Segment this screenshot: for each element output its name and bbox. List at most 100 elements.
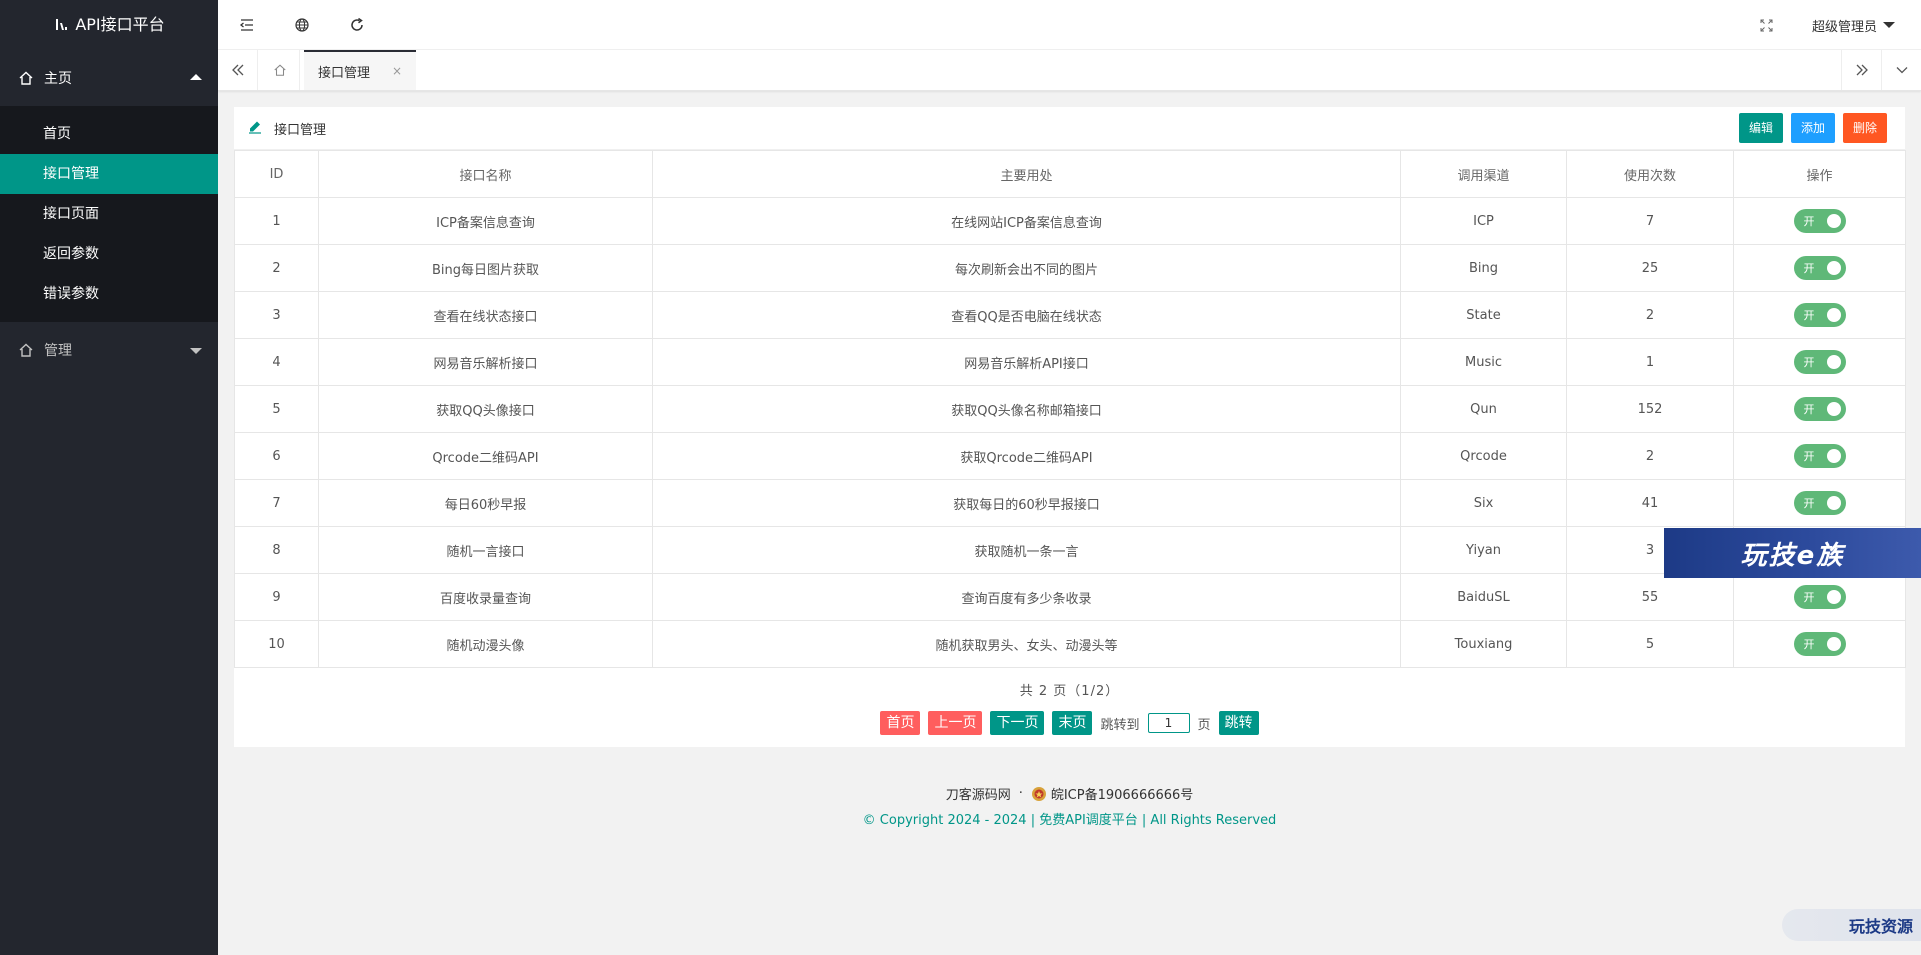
double-chevron-left-icon [231,64,243,76]
prev-page-button[interactable]: 上一页 [928,711,983,735]
table-row: 6 Qrcode二维码API 获取Qrcode二维码API Qrcode 2 开 [234,432,1906,480]
toggle-knob [1826,402,1841,416]
pen-icon [248,120,264,136]
table-row: 9 百度收录量查询 查询百度有多少条收录 BaiduSL 55 开 [234,573,1906,621]
table-row: 3 查看在线状态接口 查看QQ是否电脑在线状态 State 2 开 [234,291,1906,339]
globe-icon [294,18,309,32]
cell-channel: Bing [1400,244,1567,292]
cell-usage: 获取Qrcode二维码API [652,432,1401,480]
nav-group-home[interactable]: 主页 [0,50,218,106]
fullscreen-button[interactable] [1742,0,1792,50]
indent-icon [239,19,253,31]
cell-count: 5 [1566,620,1734,668]
sidebar-item-home[interactable]: 首页 [0,114,218,154]
logo-icon [53,17,69,33]
footer-copyright: © Copyright 2024 - 2024 | 免费API调度平台 | Al… [862,813,1277,828]
add-button[interactable]: 添加 [1790,113,1835,143]
refresh-icon [350,17,363,31]
cell-usage: 随机获取男头、女头、动漫头等 [652,620,1401,668]
status-toggle[interactable]: 开 [1793,209,1846,233]
tab-label: 接口管理 [318,65,371,81]
cell-channel: Yiyan [1400,526,1567,574]
status-toggle[interactable]: 开 [1793,632,1846,656]
cell-action: 开 [1733,244,1906,292]
tabs-scroll-right-button[interactable] [1841,50,1881,90]
cell-usage: 网易音乐解析API接口 [652,338,1401,386]
admin-dropdown[interactable]: 超级管理员 [1792,16,1921,35]
cell-usage: 在线网站ICP备案信息查询 [652,197,1401,245]
cell-channel: Music [1400,338,1567,386]
edit-button[interactable]: 编辑 [1738,113,1783,143]
cell-id: 4 [234,338,319,386]
status-toggle[interactable]: 开 [1793,256,1846,280]
toggle-knob [1826,214,1841,228]
cell-count: 7 [1566,197,1734,245]
app-logo[interactable]: API接口平台 [0,0,218,50]
toggle-knob [1826,637,1841,651]
cell-count: 41 [1566,479,1734,527]
sidebar-item-api-manage[interactable]: 接口管理 [0,154,218,194]
last-page-button[interactable]: 末页 [1052,711,1093,735]
nav-group-manage[interactable]: 管理 [0,322,218,378]
toggle-knob [1826,261,1841,275]
cell-name: ICP备案信息查询 [318,197,653,245]
cell-id: 2 [234,244,319,292]
column-header-action: 操作 [1733,150,1906,198]
cell-channel: Touxiang [1400,620,1567,668]
sidebar-item-label: 接口管理 [43,166,99,182]
status-toggle[interactable]: 开 [1793,491,1846,515]
table-row: 7 每日60秒早报 获取每日的60秒早报接口 Six 41 开 [234,479,1906,527]
next-page-button[interactable]: 下一页 [990,711,1045,735]
status-toggle[interactable]: 开 [1793,350,1846,374]
home-tab-button[interactable] [260,50,300,90]
status-toggle[interactable]: 开 [1793,397,1846,421]
nav-group-manage-label: 管理 [44,343,72,359]
card-header: 接口管理 编辑 添加 删除 [234,107,1905,150]
cell-action: 开 [1733,573,1906,621]
sidebar-item-return-params[interactable]: 返回参数 [0,234,218,274]
refresh-button[interactable] [329,0,384,50]
tab-api-manage[interactable]: 接口管理 × [304,50,417,90]
api-manage-card: 接口管理 编辑 添加 删除 ID 接口名称 主要用处 调用渠道 使用次数 操作 … [234,107,1906,747]
cell-name: 随机一言接口 [318,526,653,574]
cell-channel: Six [1400,479,1567,527]
toggle-label: 开 [1803,215,1815,228]
cell-name: 每日60秒早报 [318,479,653,527]
first-page-button[interactable]: 首页 [880,711,921,735]
status-toggle[interactable]: 开 [1793,303,1846,327]
home-submenu: 首页 接口管理 接口页面 返回参数 错误参数 [0,106,218,322]
watermark-pill: 玩技资源 [1782,909,1921,941]
footer-icp[interactable]: 皖ICP备1906666666号 [1051,784,1193,803]
column-header-id: ID [234,150,319,198]
footer-site-name[interactable]: 刀客源码网 [946,784,1011,803]
jump-button[interactable]: 跳转 [1218,711,1259,735]
menu-toggle-button[interactable] [219,0,274,50]
status-toggle[interactable]: 开 [1793,585,1846,609]
jump-page-input[interactable] [1147,713,1190,733]
cell-id: 3 [234,291,319,339]
cell-action: 开 [1733,197,1906,245]
caret-up-icon [190,74,202,80]
sidebar-item-error-params[interactable]: 错误参数 [0,274,218,314]
tabs-menu-button[interactable] [1881,50,1921,90]
top-header: 超级管理员 [218,0,1921,50]
delete-button[interactable]: 删除 [1842,113,1887,143]
tabs-scroll-left-button[interactable] [218,50,258,90]
toggle-label: 开 [1803,638,1815,651]
cell-usage: 每次刷新会出不同的图片 [652,244,1401,292]
cell-channel: State [1400,291,1567,339]
sidebar-item-api-page[interactable]: 接口页面 [0,194,218,234]
toggle-label: 开 [1803,450,1815,463]
cell-usage: 获取每日的60秒早报接口 [652,479,1401,527]
status-toggle[interactable]: 开 [1793,444,1846,468]
table-header-row: ID 接口名称 主要用处 调用渠道 使用次数 操作 [234,150,1906,198]
table-body: 1 ICP备案信息查询 在线网站ICP备案信息查询 ICP 7 开 2 Bing每日图片获取每… [234,197,1906,668]
website-button[interactable] [274,0,329,50]
table-row: 1 ICP备案信息查询 在线网站ICP备案信息查询 ICP 7 开 [234,197,1906,245]
cell-action: 开 [1733,338,1906,386]
close-icon[interactable]: × [392,64,402,78]
cell-count: 55 [1566,573,1734,621]
app-title: API接口平台 [75,15,165,34]
header-right: 超级管理员 [1742,0,1921,50]
toggle-label: 开 [1803,262,1815,275]
